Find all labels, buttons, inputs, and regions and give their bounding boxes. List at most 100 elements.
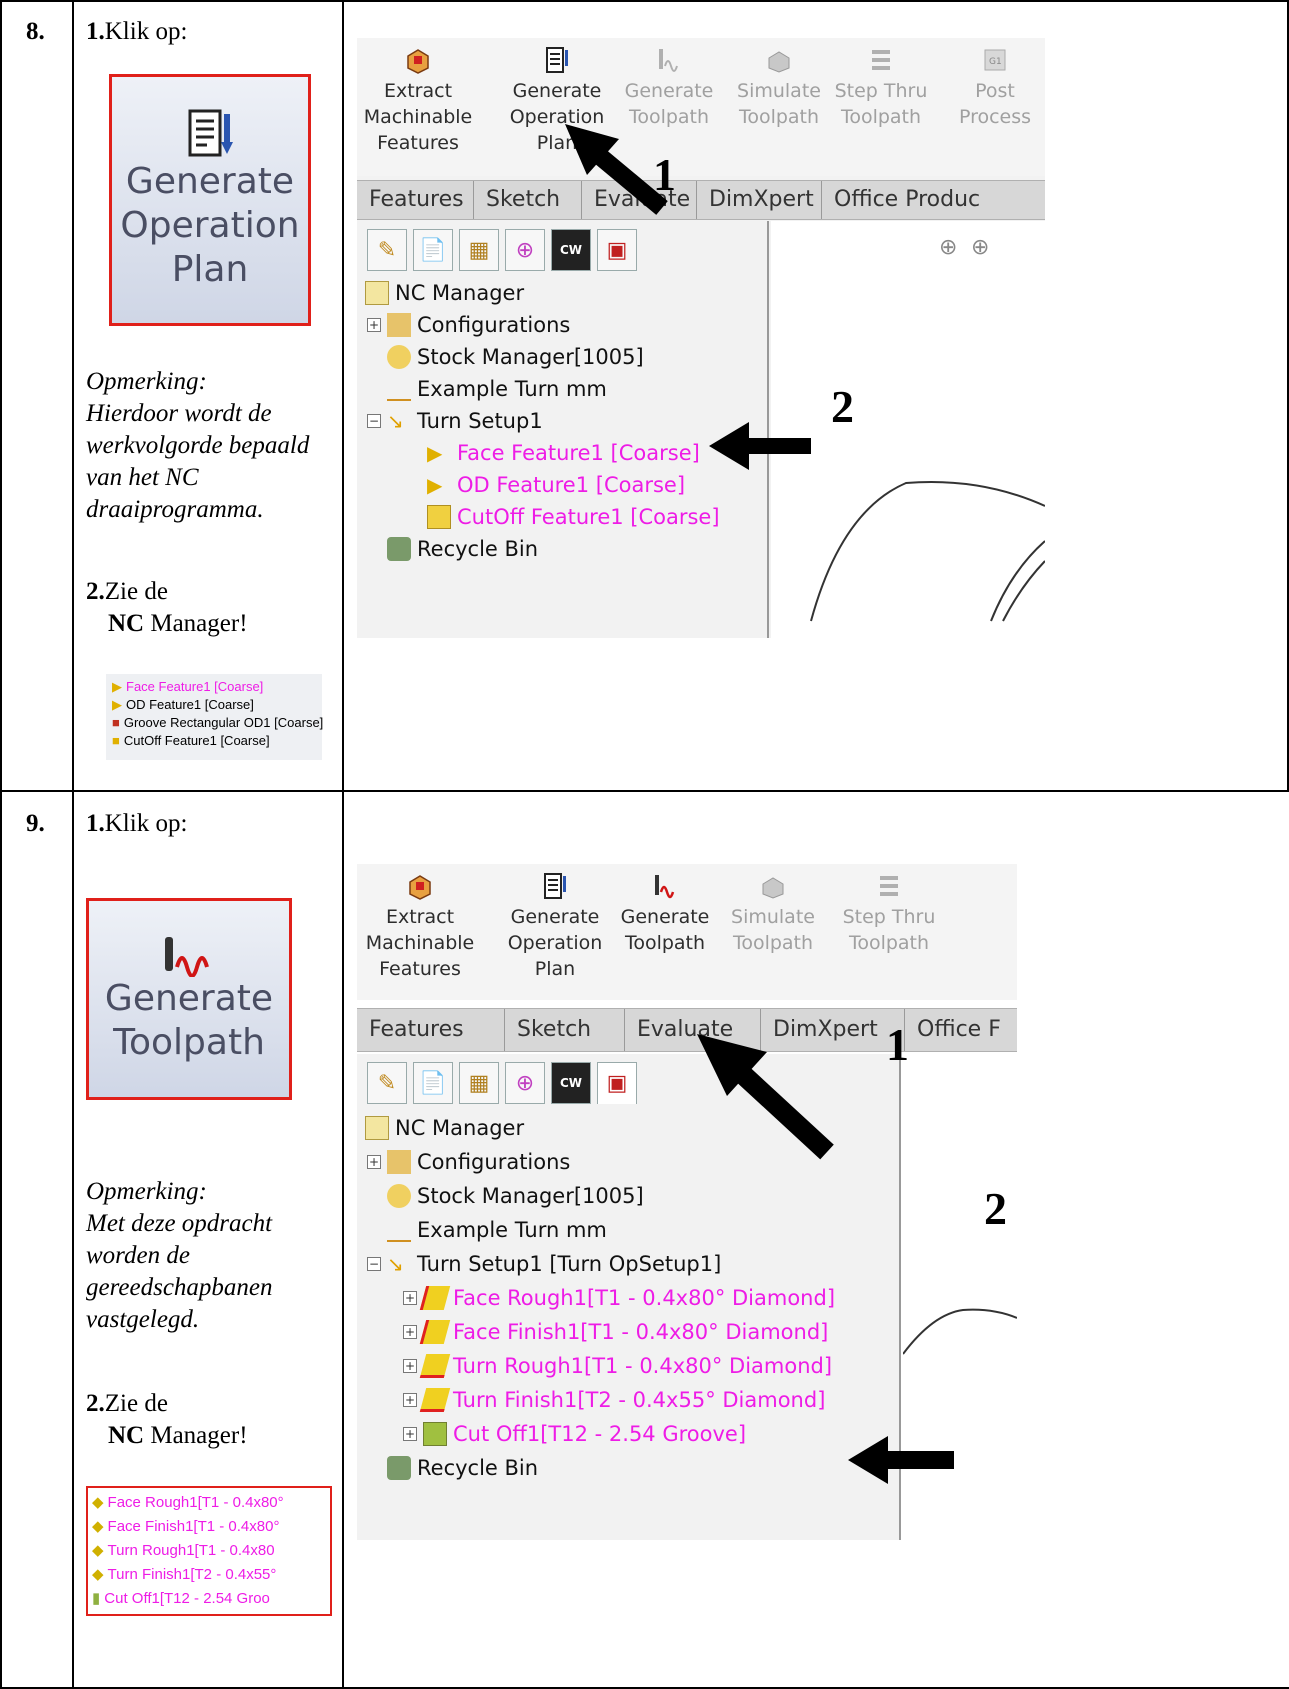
table-top-border bbox=[0, 0, 1289, 2]
step-thru-toolpath-ribbon-button[interactable]: Step Thru Toolpath bbox=[839, 872, 939, 956]
tab-evaluate[interactable]: Evaluate bbox=[582, 181, 697, 219]
see-instruction: 2.Zie de bbox=[86, 576, 168, 608]
simulate-toolpath-ribbon-button[interactable]: Simulate Toolpath bbox=[723, 872, 823, 956]
feature-manager-tab[interactable]: ✎ bbox=[367, 1062, 407, 1104]
tree-node-face-feature[interactable]: ▶ Face Feature1 [Coarse] bbox=[427, 441, 700, 465]
table-row-divider bbox=[0, 790, 1289, 792]
toolpath-icon bbox=[655, 875, 675, 899]
instruction-number: 1. bbox=[86, 810, 105, 837]
tree-node-configurations[interactable]: + Configurations bbox=[367, 1150, 570, 1174]
collapse-icon[interactable]: − bbox=[367, 1257, 381, 1271]
expand-icon[interactable]: + bbox=[403, 1325, 417, 1339]
tree-node-nc-manager[interactable]: NC Manager bbox=[365, 281, 524, 305]
step-thru-toolpath-ribbon-button[interactable]: Step Thru Toolpath bbox=[831, 46, 931, 130]
stock-icon bbox=[387, 345, 411, 369]
property-manager-tab[interactable]: 📄 bbox=[413, 229, 453, 271]
configuration-manager-tab[interactable]: ▦ bbox=[459, 1062, 499, 1104]
tree-node-cut-off[interactable]: + Cut Off1[T12 - 2.54 Groove] bbox=[403, 1422, 746, 1446]
tab-features[interactable]: Features bbox=[357, 181, 474, 219]
simulate-toolpath-ribbon-button[interactable]: Simulate Toolpath bbox=[729, 46, 829, 130]
generate-toolpath-ribbon-button[interactable]: Generate Toolpath bbox=[615, 872, 715, 956]
tree-node-stock-manager[interactable]: Stock Manager[1005] bbox=[387, 1184, 644, 1208]
note-title: Opmerking: bbox=[86, 368, 207, 395]
button-label: Generate Operation Plan bbox=[120, 161, 300, 290]
graphics-viewport[interactable]: ⊕ ⊕ bbox=[771, 221, 1045, 638]
expand-icon[interactable]: + bbox=[403, 1393, 417, 1407]
see-instruction: 2.Zie de bbox=[86, 1388, 168, 1420]
tab-features[interactable]: Features bbox=[357, 1009, 505, 1051]
tree-node-turn-finish[interactable]: + Turn Finish1[T2 - 0.4x55° Diamond] bbox=[403, 1388, 825, 1412]
tree-node-example-turn[interactable]: Example Turn mm bbox=[387, 377, 607, 401]
tree-node-configurations[interactable]: + Configurations bbox=[367, 313, 570, 337]
tab-sketch[interactable]: Sketch bbox=[474, 181, 582, 219]
post-process-icon: G1 bbox=[984, 49, 1006, 71]
cutoff-feature-icon bbox=[427, 505, 451, 529]
extract-features-button[interactable]: Extract Machinable Features bbox=[365, 872, 475, 982]
face-feature-icon: ▶ bbox=[427, 441, 443, 465]
tree-node-face-rough[interactable]: + Face Rough1[T1 - 0.4x80° Diamond] bbox=[403, 1286, 835, 1310]
tab-sketch[interactable]: Sketch bbox=[505, 1009, 625, 1051]
tree-node-nc-manager[interactable]: NC Manager bbox=[365, 1116, 524, 1140]
camworks-feature-tab[interactable]: CW bbox=[551, 229, 591, 271]
expand-icon[interactable]: + bbox=[403, 1291, 417, 1305]
tree-node-recycle-bin[interactable]: Recycle Bin bbox=[387, 1456, 538, 1480]
tree-node-od-feature[interactable]: ▶ OD Feature1 [Coarse] bbox=[427, 473, 685, 497]
step-number: 8. bbox=[26, 18, 45, 45]
generate-operation-plan-ribbon-button[interactable]: Generate Operation Plan bbox=[507, 46, 607, 156]
expand-icon[interactable]: + bbox=[403, 1427, 417, 1441]
step-icon bbox=[880, 876, 898, 896]
camworks-feature-tab[interactable]: CW bbox=[551, 1062, 591, 1104]
camworks-operation-tab[interactable]: ▣ bbox=[597, 229, 637, 271]
tab-evaluate[interactable]: Evaluate bbox=[625, 1009, 761, 1051]
tree-node-recycle-bin[interactable]: Recycle Bin bbox=[387, 537, 538, 561]
tab-office-products[interactable]: Office F bbox=[905, 1009, 1017, 1051]
tree-node-stock-manager[interactable]: Stock Manager[1005] bbox=[387, 345, 644, 369]
property-manager-icon: 📄 bbox=[419, 1070, 447, 1096]
generate-toolpath-ribbon-button[interactable]: Generate Toolpath bbox=[619, 46, 719, 130]
table-left-border bbox=[0, 0, 2, 1689]
property-manager-tab[interactable]: 📄 bbox=[413, 1062, 453, 1104]
instruction-text: Klik op: bbox=[104, 810, 188, 837]
see-text: Zie de bbox=[104, 578, 168, 605]
expand-icon[interactable]: + bbox=[403, 1359, 417, 1373]
feature-manager-tab[interactable]: ✎ bbox=[367, 229, 407, 271]
configuration-icon bbox=[387, 313, 411, 337]
generate-toolpath-button[interactable]: Generate Toolpath bbox=[86, 898, 292, 1100]
configuration-icon: ▦ bbox=[468, 1070, 490, 1096]
operation-plan-icon bbox=[544, 873, 566, 899]
expand-icon[interactable]: + bbox=[367, 1155, 381, 1169]
instruction-click: 1.Klik op: bbox=[86, 808, 187, 840]
mini-tree-item: ▶ OD Feature1 [Coarse] bbox=[112, 697, 254, 712]
tree-node-example-turn[interactable]: Example Turn mm bbox=[387, 1218, 607, 1242]
tab-dimxpert[interactable]: DimXpert bbox=[761, 1009, 905, 1051]
mini-tree-item: ■ Groove Rectangular OD1 [Coarse] bbox=[112, 715, 324, 730]
tree-node-turn-setup[interactable]: − ↘ Turn Setup1 bbox=[367, 409, 543, 433]
tree-node-turn-setup[interactable]: − ↘ Turn Setup1 [Turn OpSetup1] bbox=[367, 1252, 721, 1276]
collapse-icon[interactable]: − bbox=[367, 414, 381, 428]
camworks-screenshot: Extract Machinable Features Generate Ope… bbox=[357, 38, 1045, 638]
tab-dimxpert[interactable]: DimXpert bbox=[697, 181, 822, 219]
operation-tab-icon: ▣ bbox=[606, 237, 628, 263]
generate-operation-plan-ribbon-button[interactable]: Generate Operation Plan bbox=[505, 872, 605, 982]
extract-features-button[interactable]: Extract Machinable Features bbox=[363, 46, 473, 156]
configuration-manager-tab[interactable]: ▦ bbox=[459, 229, 499, 271]
panel-tab-icons: ✎ 📄 ▦ ⊕ CW ▣ bbox=[367, 229, 637, 271]
expand-icon[interactable]: + bbox=[367, 318, 381, 332]
camworks-operation-tab[interactable]: ▣ bbox=[597, 1062, 637, 1104]
tab-office-products[interactable]: Office Produc bbox=[822, 181, 1045, 219]
note-body: Met deze opdracht worden de gereedschapb… bbox=[86, 1210, 273, 1333]
mini-tree-item: ■ CutOff Feature1 [Coarse] bbox=[112, 733, 270, 748]
callout-label-2: 2 bbox=[831, 381, 854, 432]
dimxpert-manager-tab[interactable]: ⊕ bbox=[505, 229, 545, 271]
svg-text:G1: G1 bbox=[989, 57, 1002, 67]
tree-node-cutoff-feature[interactable]: CutOff Feature1 [Coarse] bbox=[427, 505, 720, 529]
generate-operation-plan-button[interactable]: Generate Operation Plan bbox=[109, 74, 311, 326]
tree-node-turn-rough[interactable]: + Turn Rough1[T1 - 0.4x80° Diamond] bbox=[403, 1354, 832, 1378]
callout-label-1: 1 bbox=[653, 149, 676, 200]
see-number: 2. bbox=[86, 578, 105, 605]
ribbon-toolbar: Extract Machinable Features Generate Ope… bbox=[357, 38, 1045, 176]
tree-node-face-finish[interactable]: + Face Finish1[T1 - 0.4x80° Diamond] bbox=[403, 1320, 828, 1344]
dimxpert-manager-tab[interactable]: ⊕ bbox=[505, 1062, 545, 1104]
post-process-ribbon-button[interactable]: G1 Post Process bbox=[945, 46, 1045, 130]
simulate-icon bbox=[762, 877, 784, 899]
